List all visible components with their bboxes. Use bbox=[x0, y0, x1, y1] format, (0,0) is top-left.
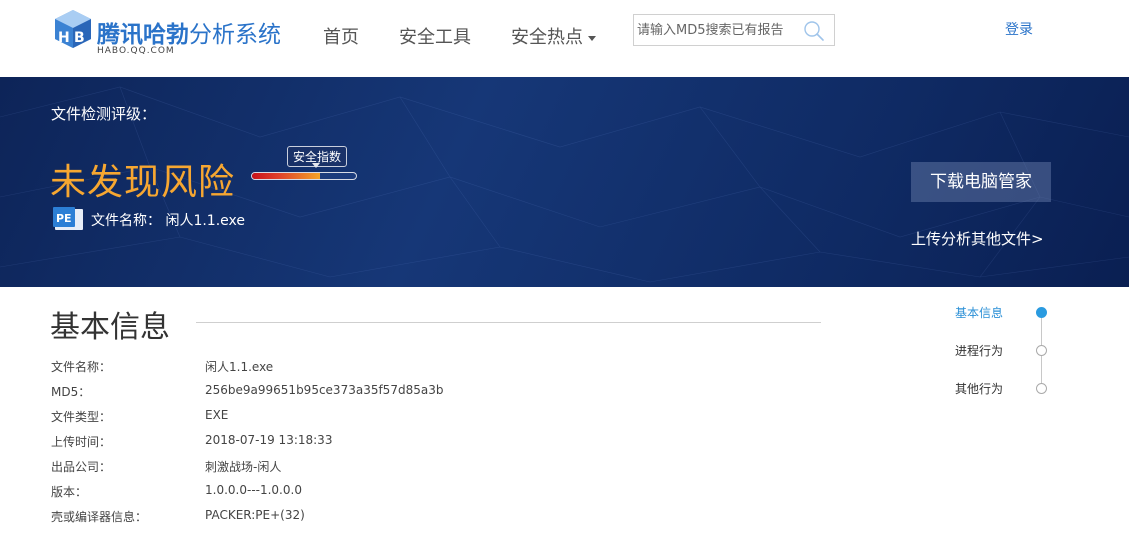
info-row: 壳或编译器信息： PACKER:PE+(32) bbox=[51, 508, 751, 528]
nav-security-tools-link[interactable]: 安全工具 bbox=[399, 23, 471, 49]
info-label: 上传时间： bbox=[51, 435, 112, 449]
login-link[interactable]: 登录 bbox=[1005, 19, 1033, 39]
nav-home-link[interactable]: 首页 bbox=[323, 23, 359, 49]
logo-sub-text: 分析系统 bbox=[189, 22, 281, 48]
info-value: 2018-07-19 13:18:33 bbox=[205, 433, 333, 447]
info-value: 闲人1.1.exe bbox=[205, 360, 274, 374]
info-value: 1.0.0.0---1.0.0.0 bbox=[205, 483, 302, 497]
svg-text:B: B bbox=[74, 30, 85, 46]
info-value: PACKER:PE+(32) bbox=[205, 508, 305, 522]
habo-logo[interactable]: H B 腾讯哈勃分析系统 HABO.QQ.COM bbox=[53, 9, 293, 61]
anchor-process-behavior[interactable]: 进程行为 bbox=[955, 342, 1003, 359]
download-pc-manager-button[interactable]: 下载电脑管家 bbox=[911, 162, 1051, 202]
banner-file-name-value: 闲人1.1.exe bbox=[165, 213, 246, 229]
info-label: MD5： bbox=[51, 385, 91, 399]
info-label: 版本： bbox=[51, 485, 88, 499]
info-label: 壳或编译器信息： bbox=[51, 510, 148, 524]
logo-text: 腾讯哈勃分析系统 bbox=[97, 15, 281, 49]
info-row: 上传时间： 2018-07-19 13:18:33 bbox=[51, 433, 751, 453]
info-label: 文件类型： bbox=[51, 410, 112, 424]
anchor-dot[interactable] bbox=[1036, 383, 1047, 394]
md5-search-box bbox=[633, 14, 835, 46]
banner-file-name-label: 文件名称： bbox=[91, 213, 161, 229]
pe-file-icon: PE bbox=[53, 207, 83, 230]
logo-brand-text: 腾讯哈勃 bbox=[97, 22, 189, 48]
logo-domain-text: HABO.QQ.COM bbox=[97, 46, 175, 56]
risk-result-title: 未发现风险 bbox=[50, 162, 236, 203]
info-label: 文件名称： bbox=[51, 360, 112, 374]
nav-security-hotspots-label: 安全热点 bbox=[511, 27, 583, 48]
anchor-other-behavior[interactable]: 其他行为 bbox=[955, 380, 1003, 397]
svg-text:PE: PE bbox=[56, 212, 72, 225]
cube-logo-icon: H B bbox=[55, 10, 91, 48]
info-label: 出品公司： bbox=[51, 460, 112, 474]
anchor-dot[interactable] bbox=[1036, 345, 1047, 356]
top-header: H B 腾讯哈勃分析系统 HABO.QQ.COM 首页 安全工具 安全热点 登录 bbox=[0, 0, 1129, 77]
anchor-basic-info[interactable]: 基本信息 bbox=[955, 304, 1003, 321]
md5-search-input[interactable] bbox=[637, 18, 802, 42]
info-row: 文件类型： EXE bbox=[51, 408, 751, 428]
rating-label: 文件检测评级： bbox=[51, 105, 157, 123]
safety-index-fill bbox=[252, 173, 320, 179]
info-value: 刺激战场-闲人 bbox=[205, 460, 282, 474]
upload-other-file-link[interactable]: 上传分析其他文件> bbox=[911, 228, 1044, 249]
safety-index-pointer bbox=[312, 163, 320, 168]
info-value: 256be9a99651b95ce373a35f57d85a3b bbox=[205, 383, 444, 397]
banner-file-name: 文件名称： 闲人1.1.exe bbox=[91, 210, 245, 230]
info-row: 出品公司： 刺激战场-闲人 bbox=[51, 458, 751, 478]
section-divider bbox=[196, 322, 821, 323]
nav-security-hotspots-dropdown[interactable]: 安全热点 bbox=[511, 23, 596, 49]
search-icon[interactable] bbox=[802, 19, 826, 43]
safety-index-bar bbox=[251, 172, 357, 180]
detection-result-banner: 文件检测评级： 未发现风险 安全指数 PE 文件名称： 闲人1.1.exe 下载… bbox=[0, 77, 1129, 287]
info-row: 文件名称： 闲人1.1.exe bbox=[51, 358, 751, 378]
info-row: 版本： 1.0.0.0---1.0.0.0 bbox=[51, 483, 751, 503]
basic-info-title: 基本信息 bbox=[50, 310, 170, 345]
caret-down-icon bbox=[588, 35, 596, 41]
info-value: EXE bbox=[205, 408, 229, 422]
svg-text:H: H bbox=[58, 30, 70, 46]
anchor-dot[interactable] bbox=[1036, 307, 1047, 318]
info-row: MD5： 256be9a99651b95ce373a35f57d85a3b bbox=[51, 383, 751, 403]
